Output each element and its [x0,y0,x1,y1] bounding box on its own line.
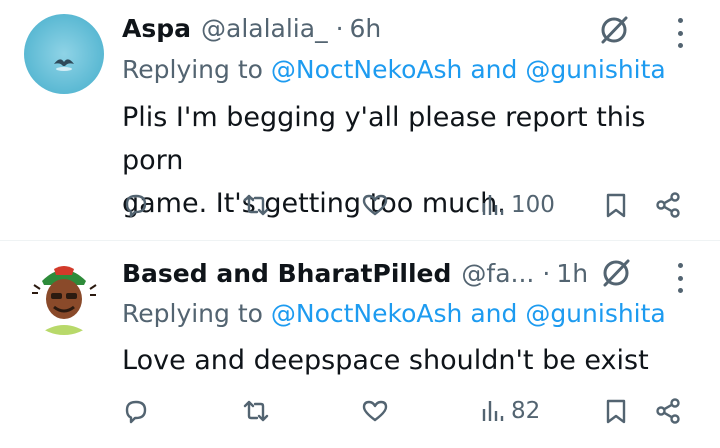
share-button[interactable] [654,185,682,225]
bookmark-icon [606,399,626,424]
action-bar: 100 [0,185,720,225]
like-icon [362,194,388,216]
timestamp[interactable]: 1h [556,259,588,288]
avatar[interactable] [24,255,104,335]
handle[interactable]: @alalalia_ [201,14,328,43]
retweet-icon [243,194,269,216]
views-button[interactable]: 82 [479,391,540,431]
tweet[interactable]: Based and BharatPilled @fa... · 1h Reply… [0,241,720,448]
mention-and[interactable]: and [462,55,525,84]
bookmark-icon [606,193,626,218]
more-icon[interactable] [674,18,686,48]
like-icon [362,400,388,422]
views-count: 82 [511,398,541,424]
share-button[interactable] [654,391,682,431]
tweet-text-line: Love and deepspace shouldn't be exist [122,345,649,376]
mention-and[interactable]: and [462,299,525,328]
mention-link[interactable]: @NoctNekoAsh [271,299,462,328]
replying-prefix: Replying to [122,299,271,328]
grok-icon[interactable] [600,257,632,289]
timestamp[interactable]: 6h [350,14,382,43]
bookmark-button[interactable] [602,185,630,225]
reply-button[interactable] [122,391,150,431]
views-button[interactable]: 100 [479,185,555,225]
like-button[interactable] [361,185,389,225]
views-icon [482,195,504,215]
display-name[interactable]: Based and BharatPilled [122,259,451,288]
cartoon-man-turban-avatar [24,255,104,335]
bookmark-button[interactable] [602,391,630,431]
replying-to: Replying to @NoctNekoAsh and @gunishita [122,55,666,84]
reply-icon [125,194,147,218]
display-name[interactable]: Aspa [122,14,191,43]
handle[interactable]: @fa... [461,259,534,288]
views-count: 100 [511,192,555,218]
separator-dot: · [542,258,551,288]
avatar[interactable] [24,14,104,94]
retweet-button[interactable] [242,391,270,431]
retweet-icon [243,400,269,422]
mention-link[interactable]: @gunishita [525,299,665,328]
retweet-button[interactable] [242,185,270,225]
grok-icon[interactable] [598,14,630,46]
views-icon [482,401,504,421]
mention-link[interactable]: @NoctNekoAsh [271,55,462,84]
tweet[interactable]: Aspa @alalalia_ · 6h Replying to @NoctNe… [0,0,720,240]
reply-icon [125,400,147,424]
whale-tail-ocean-avatar [24,14,104,94]
share-icon [656,398,680,424]
separator-dot: · [335,13,344,43]
tweet-text: Love and deepspace shouldn't be exist [122,339,702,382]
like-button[interactable] [361,391,389,431]
reply-button[interactable] [122,185,150,225]
replying-prefix: Replying to [122,55,271,84]
mention-link[interactable]: @gunishita [525,55,665,84]
replying-to: Replying to @NoctNekoAsh and @gunishita [122,299,666,328]
action-bar: 82 [0,391,720,431]
more-icon[interactable] [674,263,686,293]
share-icon [656,192,680,218]
tweet-text-line: Plis I'm begging y'all please report thi… [122,102,646,176]
